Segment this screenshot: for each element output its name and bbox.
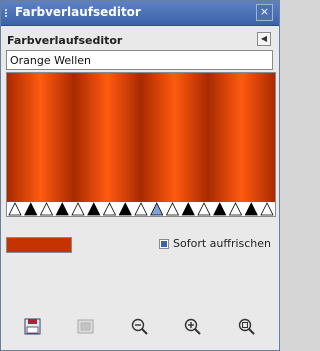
stop-handle[interactable] — [197, 202, 211, 216]
stop-handle[interactable] — [8, 202, 22, 216]
titlebar[interactable]: Farbverlaufseditor × — [1, 1, 279, 26]
zoom-in-icon — [184, 318, 201, 335]
panel-menu-button[interactable]: ◀ — [257, 32, 271, 46]
editor-toolbar — [1, 316, 279, 340]
gradient-preview-canvas — [7, 73, 275, 203]
stop-handle[interactable] — [118, 202, 132, 216]
close-button[interactable]: × — [256, 4, 273, 21]
instant-update-label: Sofort auffrischen — [173, 237, 272, 250]
stop-handle[interactable] — [87, 202, 101, 216]
stop-handles[interactable] — [7, 202, 275, 216]
drag-grip-icon[interactable] — [5, 9, 11, 17]
panel-title: Farbverlaufseditor — [7, 34, 123, 47]
stop-handle[interactable] — [181, 202, 195, 216]
instant-update-checkbox[interactable] — [159, 239, 169, 249]
stop-handle[interactable] — [39, 202, 54, 216]
window-title: Farbverlaufseditor — [15, 5, 141, 19]
zoom-out-button[interactable] — [129, 316, 151, 338]
gradient-name-field[interactable] — [6, 50, 273, 70]
revert-icon — [77, 319, 94, 334]
stop-handle[interactable] — [165, 202, 180, 216]
stop-handle[interactable] — [134, 202, 148, 216]
save-button[interactable] — [22, 316, 44, 338]
color-swatch[interactable] — [6, 237, 72, 253]
stop-handle[interactable] — [150, 202, 164, 216]
zoom-all-button[interactable] — [236, 316, 258, 338]
stop-handle[interactable] — [55, 202, 69, 216]
gradient-fill — [7, 73, 275, 203]
gradient-editor-window: Farbverlaufseditor × Farbverlaufseditor … — [0, 0, 280, 351]
zoom-in-button[interactable] — [182, 316, 204, 338]
save-icon — [24, 318, 41, 335]
stop-handle[interactable] — [260, 202, 274, 216]
stop-handle[interactable] — [71, 202, 85, 216]
stop-handle[interactable] — [102, 202, 117, 216]
stop-handle[interactable] — [244, 202, 258, 216]
revert-button[interactable] — [75, 316, 97, 338]
gradient-preview[interactable] — [6, 72, 276, 204]
zoom-out-icon — [131, 318, 148, 335]
stop-handle[interactable] — [24, 202, 38, 216]
stop-handles-bar[interactable] — [6, 202, 276, 217]
stop-handle[interactable] — [213, 202, 227, 216]
stop-handle[interactable] — [228, 202, 243, 216]
zoom-all-icon — [238, 318, 255, 335]
